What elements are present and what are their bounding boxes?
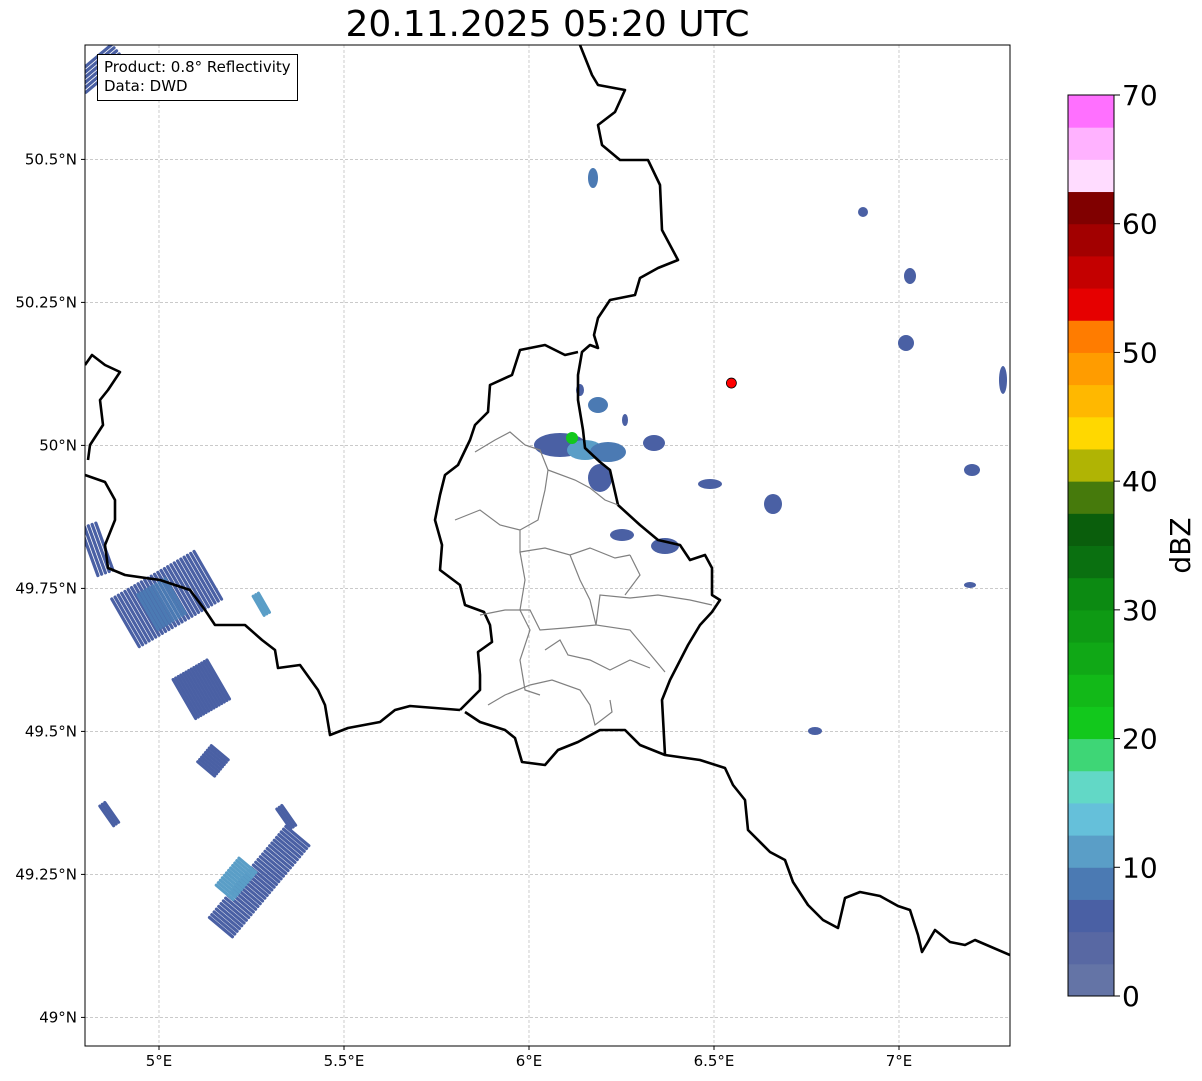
- colorbar-segment: [1068, 545, 1114, 579]
- colorbar-segment: [1068, 738, 1114, 772]
- lon-tick-label: 5°E: [146, 1052, 173, 1070]
- colorbar-segment: [1068, 159, 1114, 193]
- product-info-box: Product: 0.8° Reflectivity Data: DWD: [97, 54, 298, 101]
- product-label: Product: 0.8° Reflectivity: [104, 58, 291, 76]
- echo-cell: [622, 414, 628, 426]
- lat-tick-label: 49.75°N: [15, 579, 77, 597]
- colorbar: 0 10 20 30 40 50 60 70 dBZ: [1067, 79, 1197, 1013]
- lat-tick-label: 50.5°N: [25, 150, 77, 168]
- colorbar-tick-label: 10: [1122, 851, 1158, 884]
- colorbar-segment: [1068, 770, 1114, 804]
- colorbar-segment: [1068, 223, 1114, 257]
- radar-map: 5°E 5.5°E 6°E 6.5°E 7°E 50.5°N 50.25°N 50°N 49.7…: [15, 44, 1197, 1070]
- colorbar-segment: [1068, 802, 1114, 836]
- colorbar-segment: [1068, 416, 1114, 450]
- colorbar-segment: [1068, 481, 1114, 514]
- colorbar-segment: [1068, 384, 1114, 418]
- echo-cell: [588, 168, 598, 188]
- lat-tick-label: 50.25°N: [15, 293, 77, 311]
- colorbar-segment: [1068, 609, 1114, 643]
- colorbar-segment: [1068, 513, 1114, 546]
- data-source-label: Data: DWD: [104, 77, 188, 95]
- colorbar-segment: [1068, 288, 1114, 321]
- plot-background: [85, 45, 1010, 1046]
- lon-tick-label: 6.5°E: [694, 1052, 735, 1070]
- colorbar-segment: [1068, 963, 1114, 997]
- colorbar-tick-label: 20: [1122, 723, 1158, 756]
- lon-tick-label: 5.5°E: [324, 1052, 365, 1070]
- colorbar-segment: [1068, 642, 1114, 675]
- echo-cell: [764, 494, 782, 514]
- echo-cell: [898, 335, 914, 351]
- colorbar-segment: [1068, 577, 1114, 611]
- lat-tick-label: 49°N: [39, 1008, 77, 1026]
- colorbar-tick-label: 0: [1122, 980, 1140, 1013]
- echo-cell: [588, 397, 608, 413]
- lat-tick-label: 50°N: [39, 436, 77, 454]
- colorbar-segment: [1068, 706, 1114, 740]
- colorbar-tick-label: 30: [1122, 594, 1158, 627]
- colorbar-segment: [1068, 835, 1114, 868]
- echo-cell: [904, 268, 916, 284]
- lat-tick-label: 49.25°N: [15, 865, 77, 883]
- colorbar-tick-label: 60: [1122, 208, 1158, 241]
- colorbar-segment: [1068, 127, 1114, 160]
- echo-cell: [964, 582, 976, 588]
- colorbar-segment: [1068, 674, 1114, 707]
- echo-cell: [858, 207, 868, 217]
- lon-tick-label: 6°E: [516, 1052, 543, 1070]
- echo-cell: [964, 464, 980, 476]
- echo-cell: [698, 479, 722, 489]
- location-marker: [725, 377, 737, 389]
- colorbar-segment: [1068, 931, 1114, 965]
- echo-cell: [999, 366, 1007, 394]
- colorbar-segment: [1068, 867, 1114, 900]
- echo-cell: [610, 529, 634, 541]
- colorbar-segment: [1068, 899, 1114, 933]
- colorbar-segment: [1068, 95, 1114, 128]
- colorbar-tick-label: 70: [1122, 79, 1158, 112]
- map-plot-area[interactable]: 5°E 5.5°E 6°E 6.5°E 7°E 50.5°N 50.25°N 50°N 49.7…: [15, 44, 1011, 1070]
- colorbar-segment: [1068, 255, 1114, 289]
- echo-cell: [808, 727, 822, 735]
- colorbar-segment: [1068, 320, 1114, 353]
- lat-tick-label: 49.5°N: [25, 722, 77, 740]
- echo-cell: [566, 432, 578, 444]
- echo-cell: [643, 435, 665, 451]
- colorbar-tick-label: 50: [1122, 336, 1158, 369]
- lon-tick-label: 7°E: [886, 1052, 913, 1070]
- colorbar-segment: [1068, 352, 1114, 386]
- colorbar-label: dBZ: [1164, 517, 1197, 573]
- colorbar-segment: [1068, 191, 1114, 225]
- colorbar-segment: [1068, 448, 1114, 482]
- colorbar-tick-label: 40: [1122, 465, 1158, 498]
